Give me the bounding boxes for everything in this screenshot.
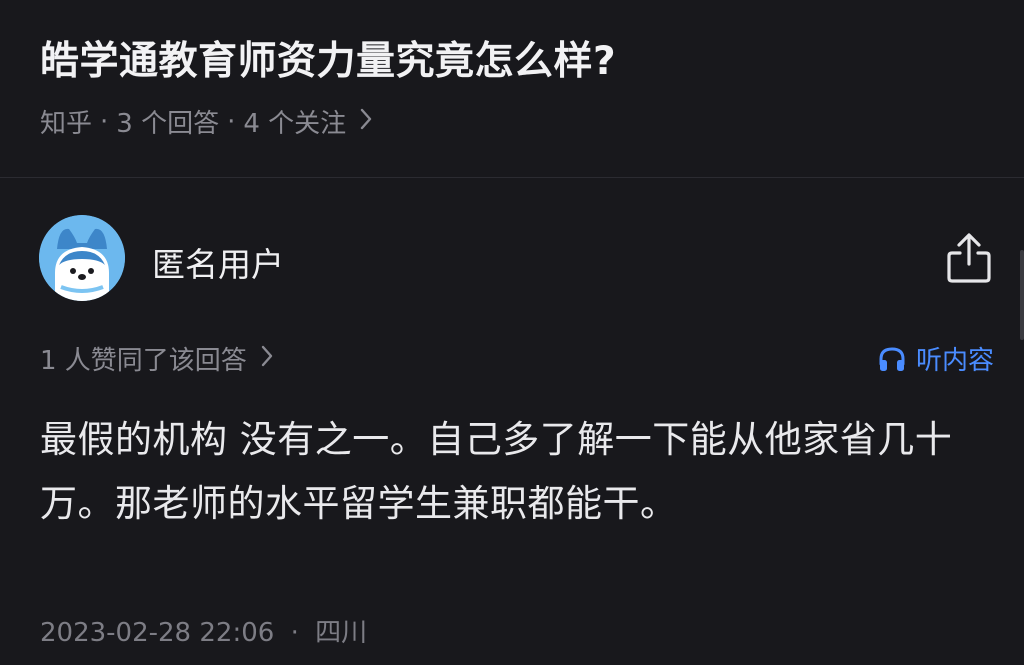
share-icon xyxy=(947,233,991,283)
answer-content: 最假的机构 没有之一。自己多了解一下能从他家省几十万。那老师的水平留学生兼职都能… xyxy=(40,418,953,525)
anonymous-user-avatar-icon xyxy=(39,215,125,301)
chevron-right-icon xyxy=(261,344,273,374)
followers-count: 4 个关注 xyxy=(243,109,347,139)
vote-row: 1 人赞同了该回答 听内容 xyxy=(0,336,1024,380)
answer-footer: 2023-02-28 22:06 · 四川 xyxy=(40,612,367,649)
author-name[interactable]: 匿名用户 xyxy=(152,238,284,286)
meta-separator: · xyxy=(290,618,299,648)
question-header: 皓学通教育师资力量究竟怎么样? 知乎 · 3 个回答 · 4 个关注 xyxy=(0,0,1024,178)
question-meta[interactable]: 知乎 · 3 个回答 · 4 个关注 xyxy=(40,103,372,140)
chevron-right-icon xyxy=(360,107,372,137)
listen-label: 听内容 xyxy=(915,346,994,376)
avatar[interactable] xyxy=(39,215,125,301)
share-button[interactable] xyxy=(944,232,994,284)
author-row: 匿名用户 xyxy=(0,214,1024,304)
headphones-icon xyxy=(879,346,905,371)
scrollbar[interactable] xyxy=(1020,250,1024,340)
vote-count-text: 1 人赞同了该回答 xyxy=(40,346,247,376)
location: 四川 xyxy=(315,618,368,648)
listen-button[interactable]: 听内容 xyxy=(878,340,994,377)
source-label: 知乎 xyxy=(40,109,93,139)
section-divider xyxy=(0,177,1024,178)
meta-separator: · xyxy=(227,106,236,137)
timestamp: 2023-02-28 22:06 xyxy=(40,618,275,648)
question-title[interactable]: 皓学通教育师资力量究竟怎么样? xyxy=(40,30,616,86)
meta-separator: · xyxy=(100,106,109,137)
voters-link[interactable]: 1 人赞同了该回答 xyxy=(40,340,273,377)
answers-count: 3 个回答 xyxy=(116,109,220,139)
